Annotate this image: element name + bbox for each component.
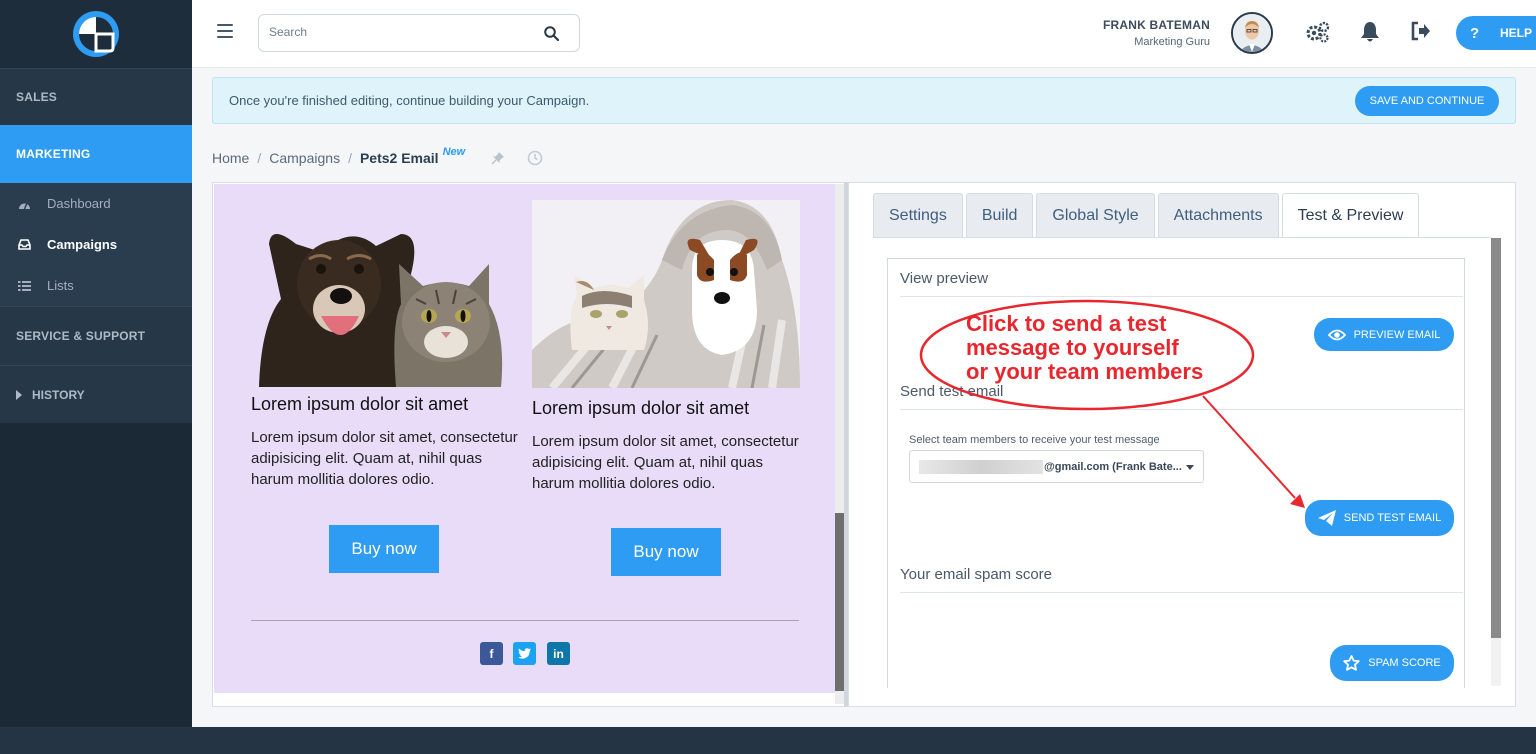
annotation-line: Click to send a test (966, 311, 1167, 336)
pin-icon[interactable] (491, 151, 505, 165)
breadcrumb-home[interactable]: Home (212, 150, 249, 166)
preview-email-label: PREVIEW EMAIL (1353, 328, 1441, 341)
sidebar-empty-area (0, 423, 192, 728)
tab-underline (873, 237, 1491, 238)
app-logo[interactable] (0, 0, 192, 68)
tab-attachments[interactable]: Attachments (1157, 193, 1279, 237)
annotation-line: message to yourself (966, 335, 1179, 360)
annotation-text: Click to send a test message to yourself… (966, 312, 1256, 384)
inbox-icon (16, 239, 32, 250)
linkedin-icon[interactable]: in (547, 642, 570, 665)
buy-now-button[interactable]: Buy now (611, 528, 721, 576)
spam-score-label: SPAM SCORE (1368, 657, 1441, 669)
spam-score-title: Your email spam score (900, 566, 1053, 583)
email-divider (251, 620, 799, 621)
breadcrumb-separator: / (257, 150, 262, 166)
twitter-icon[interactable] (513, 642, 536, 665)
top-header: FRANK BATEMAN Marketing Guru ? HELP (192, 0, 1536, 68)
product-description: Lorem ipsum dolor sit amet, consectetur … (532, 433, 799, 492)
logo-icon (73, 11, 119, 57)
search-input[interactable] (269, 25, 529, 39)
nav-section-history[interactable]: HISTORY (0, 365, 192, 423)
sidebar: SALES MARKETING Dashboard Campaigns List… (0, 0, 192, 728)
view-preview-title: View preview (900, 270, 989, 287)
nav-section-service-support[interactable]: SERVICE & SUPPORT (0, 306, 192, 365)
clock-icon[interactable] (527, 150, 543, 166)
nav-section-sales[interactable]: SALES (0, 68, 192, 125)
tab-build[interactable]: Build (965, 193, 1034, 237)
sidebar-item-label: Campaigns (47, 237, 118, 252)
paper-plane-icon (1317, 510, 1336, 526)
list-icon (16, 280, 32, 291)
email-canvas[interactable]: Lorem ipsum dolor sit amet Lorem ipsum d… (214, 184, 835, 693)
save-and-continue-button[interactable]: SAVE AND CONTINUE (1355, 86, 1499, 116)
new-badge: New (442, 146, 466, 158)
avatar[interactable] (1231, 12, 1273, 54)
user-name: FRANK BATEMAN (1102, 18, 1210, 32)
section-divider (900, 296, 1463, 297)
search-icon[interactable] (544, 26, 559, 41)
settings-scrollbar-thumb[interactable] (1491, 238, 1501, 638)
bell-icon[interactable] (1360, 21, 1380, 43)
product-description: Lorem ipsum dolor sit amet, consectetur … (251, 429, 518, 488)
email-preview-panel: Lorem ipsum dolor sit amet Lorem ipsum d… (212, 182, 846, 707)
breadcrumb-campaigns[interactable]: Campaigns (269, 150, 340, 166)
star-icon (1343, 655, 1360, 671)
search-box (258, 14, 580, 52)
preview-email-button[interactable]: PREVIEW EMAIL (1314, 318, 1454, 351)
product-title: Lorem ipsum dolor sit amet (251, 394, 469, 414)
annotation-line: or your team members (966, 359, 1204, 384)
nav-section-marketing[interactable]: MARKETING (0, 125, 192, 183)
tab-global-style[interactable]: Global Style (1036, 193, 1155, 237)
section-divider (900, 592, 1463, 593)
help-label: HELP (1500, 26, 1533, 40)
send-test-email-button[interactable]: SEND TEST EMAIL (1305, 500, 1454, 536)
dashboard-icon (16, 198, 32, 210)
tab-settings[interactable]: Settings (873, 193, 963, 237)
breadcrumb-current: Pets2 Email (359, 150, 439, 166)
caret-right-icon (16, 389, 22, 400)
breadcrumb: Home / Campaigns / Pets2 Email New (212, 146, 543, 166)
banner-message: Once you're finished editing, continue b… (229, 93, 590, 108)
dog-cat-photo (251, 204, 521, 387)
breadcrumb-separator: / (348, 150, 352, 166)
buy-now-button[interactable]: Buy now (329, 525, 439, 573)
editor-tabs: Settings Build Global Style Attachments … (873, 193, 1422, 238)
send-test-email-label: SEND TEST EMAIL (1343, 512, 1442, 524)
spam-score-button[interactable]: SPAM SCORE (1330, 645, 1454, 681)
tab-test-preview[interactable]: Test & Preview (1281, 193, 1420, 238)
sidebar-item-label: Lists (47, 278, 74, 293)
menu-icon[interactable] (217, 24, 233, 38)
marketing-submenu: Dashboard Campaigns Lists (0, 183, 192, 306)
history-label: HISTORY (32, 387, 85, 402)
logout-icon[interactable] (1411, 21, 1431, 41)
user-role: Marketing Guru (1134, 36, 1210, 48)
eye-icon (1327, 329, 1346, 340)
product-title: Lorem ipsum dolor sit amet (532, 398, 750, 418)
facebook-icon[interactable]: f (480, 642, 503, 665)
sidebar-item-dashboard[interactable]: Dashboard (0, 183, 192, 224)
bottom-bar (0, 727, 1536, 754)
avatar-image (1233, 14, 1271, 52)
gears-icon[interactable] (1305, 21, 1331, 43)
product-block[interactable]: Lorem ipsum dolor sit amet Lorem ipsum d… (532, 200, 802, 494)
help-button[interactable]: ? HELP (1456, 16, 1536, 50)
info-banner: Once you're finished editing, continue b… (212, 77, 1516, 124)
product-block[interactable]: Lorem ipsum dolor sit amet Lorem ipsum d… (251, 204, 521, 490)
sidebar-item-campaigns[interactable]: Campaigns (0, 224, 192, 265)
question-icon: ? (1470, 24, 1480, 42)
dog-cat-blanket-photo (532, 200, 802, 391)
sidebar-item-label: Dashboard (47, 196, 111, 211)
user-info[interactable]: FRANK BATEMAN Marketing Guru (1103, 18, 1210, 48)
sidebar-item-lists[interactable]: Lists (0, 265, 192, 306)
